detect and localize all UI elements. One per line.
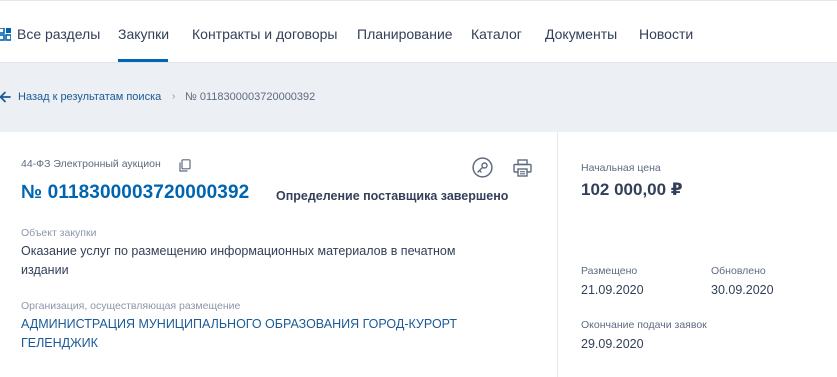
- deadline-label: Окончание подачи заявок: [581, 319, 707, 331]
- top-navigation: Все разделы Закупки Контракты и договоры…: [0, 0, 837, 62]
- posted-value: 21.09.2020: [581, 283, 644, 297]
- nav-purchases[interactable]: Закупки: [118, 26, 169, 42]
- breadcrumb-separator: ›: [172, 91, 176, 102]
- updated-label: Обновлено: [711, 265, 766, 277]
- law-type-label: 44-ФЗ Электронный аукцион: [21, 158, 161, 170]
- updated-value: 30.09.2020: [711, 283, 774, 297]
- nav-catalog[interactable]: Каталог: [471, 26, 522, 42]
- object-value: Оказание услуг по размещению информацион…: [21, 244, 456, 277]
- posted-label: Размещено: [581, 265, 638, 277]
- purchase-card: 44-ФЗ Электронный аукцион № 011830000372…: [0, 132, 556, 377]
- nav-contracts[interactable]: Контракты и договоры: [192, 26, 337, 42]
- nav-documents[interactable]: Документы: [545, 26, 617, 42]
- breadcrumb-current: № 0118300003720000392: [185, 91, 316, 103]
- breadcrumb: Назад к результатам поиска › № 011830000…: [0, 62, 837, 132]
- organization-link[interactable]: АДМИНИСТРАЦИЯ МУНИЦИПАЛЬНОГО ОБРАЗОВАНИЯ…: [21, 315, 491, 353]
- nav-all-sections[interactable]: Все разделы: [17, 26, 100, 42]
- object-label: Объект закупки: [21, 227, 97, 239]
- nav-planning[interactable]: Планирование: [357, 26, 453, 42]
- copy-icon[interactable]: [179, 159, 191, 172]
- grid-icon[interactable]: [0, 28, 11, 41]
- nav-news[interactable]: Новости: [639, 26, 693, 42]
- price-panel: Начальная цена 102 000,00 ₽ Размещено 21…: [557, 132, 837, 377]
- key-icon[interactable]: [472, 157, 493, 178]
- print-icon[interactable]: [513, 159, 532, 177]
- price-value: 102 000,00 ₽: [581, 180, 683, 199]
- arrow-left-icon[interactable]: [0, 91, 11, 103]
- back-to-results-link[interactable]: Назад к результатам поиска: [18, 91, 161, 103]
- status-badge: Определение поставщика завершено: [276, 189, 509, 203]
- purchase-number: № 0118300003720000392: [21, 182, 250, 203]
- organization-label: Организация, осуществляющая размещение: [21, 300, 241, 312]
- price-label: Начальная цена: [581, 162, 661, 174]
- deadline-value: 29.09.2020: [581, 337, 644, 351]
